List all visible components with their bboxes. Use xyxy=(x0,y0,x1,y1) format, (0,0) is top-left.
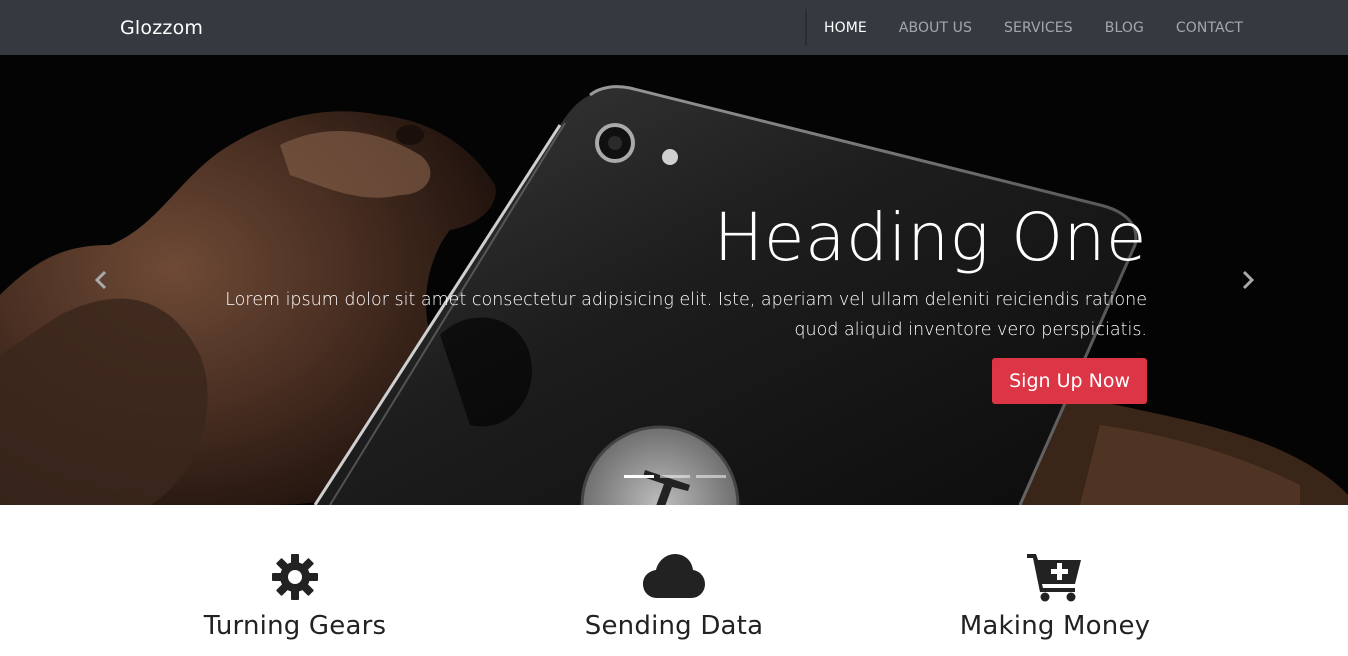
carousel-indicators xyxy=(624,475,726,478)
nav-link-services[interactable]: SERVICES xyxy=(988,20,1089,36)
sign-up-button[interactable]: Sign Up Now xyxy=(992,358,1147,404)
brand-logo[interactable]: Glozzom xyxy=(120,17,203,39)
feature-title: Making Money xyxy=(959,611,1151,641)
feature-sending-data: Sending Data xyxy=(484,551,864,641)
feature-title: Sending Data xyxy=(584,611,764,641)
nav-link-blog[interactable]: BLOG xyxy=(1089,20,1160,36)
hero-heading: Heading One xyxy=(713,199,1147,276)
carousel-indicator-2[interactable] xyxy=(660,475,690,478)
carousel-indicator-3[interactable] xyxy=(696,475,726,478)
carousel-indicator-1[interactable] xyxy=(624,475,654,478)
gear-icon xyxy=(272,554,318,600)
chevron-left-icon xyxy=(94,270,107,290)
cart-plus-icon xyxy=(1027,554,1081,602)
carousel-caption: Heading One Lorem ipsum dolor sit amet c… xyxy=(187,205,1147,404)
nav-link-home[interactable]: HOME xyxy=(808,20,883,36)
cloud-icon xyxy=(643,554,705,598)
nav-link-contact[interactable]: CONTACT xyxy=(1160,20,1259,36)
nav-link-about-us[interactable]: ABOUT US xyxy=(883,20,988,36)
hero-carousel: Heading One Lorem ipsum dolor sit amet c… xyxy=(0,55,1348,505)
hero-description: Lorem ipsum dolor sit amet consectetur a… xyxy=(225,290,1147,340)
feature-making-money: Making Money xyxy=(865,551,1245,641)
carousel-prev-button[interactable] xyxy=(86,265,116,295)
feature-turning-gears: Turning Gears xyxy=(105,551,485,641)
nav-menu: HOME ABOUT US SERVICES BLOG CONTACT xyxy=(808,0,1259,55)
nav-divider xyxy=(805,9,807,46)
chevron-right-icon xyxy=(1242,270,1255,290)
carousel-next-button[interactable] xyxy=(1233,265,1263,295)
feature-title: Turning Gears xyxy=(203,611,387,641)
navbar: Glozzom HOME ABOUT US SERVICES BLOG CONT… xyxy=(0,0,1348,55)
features-section: Turning Gears Sending Data Making Money xyxy=(0,505,1348,656)
